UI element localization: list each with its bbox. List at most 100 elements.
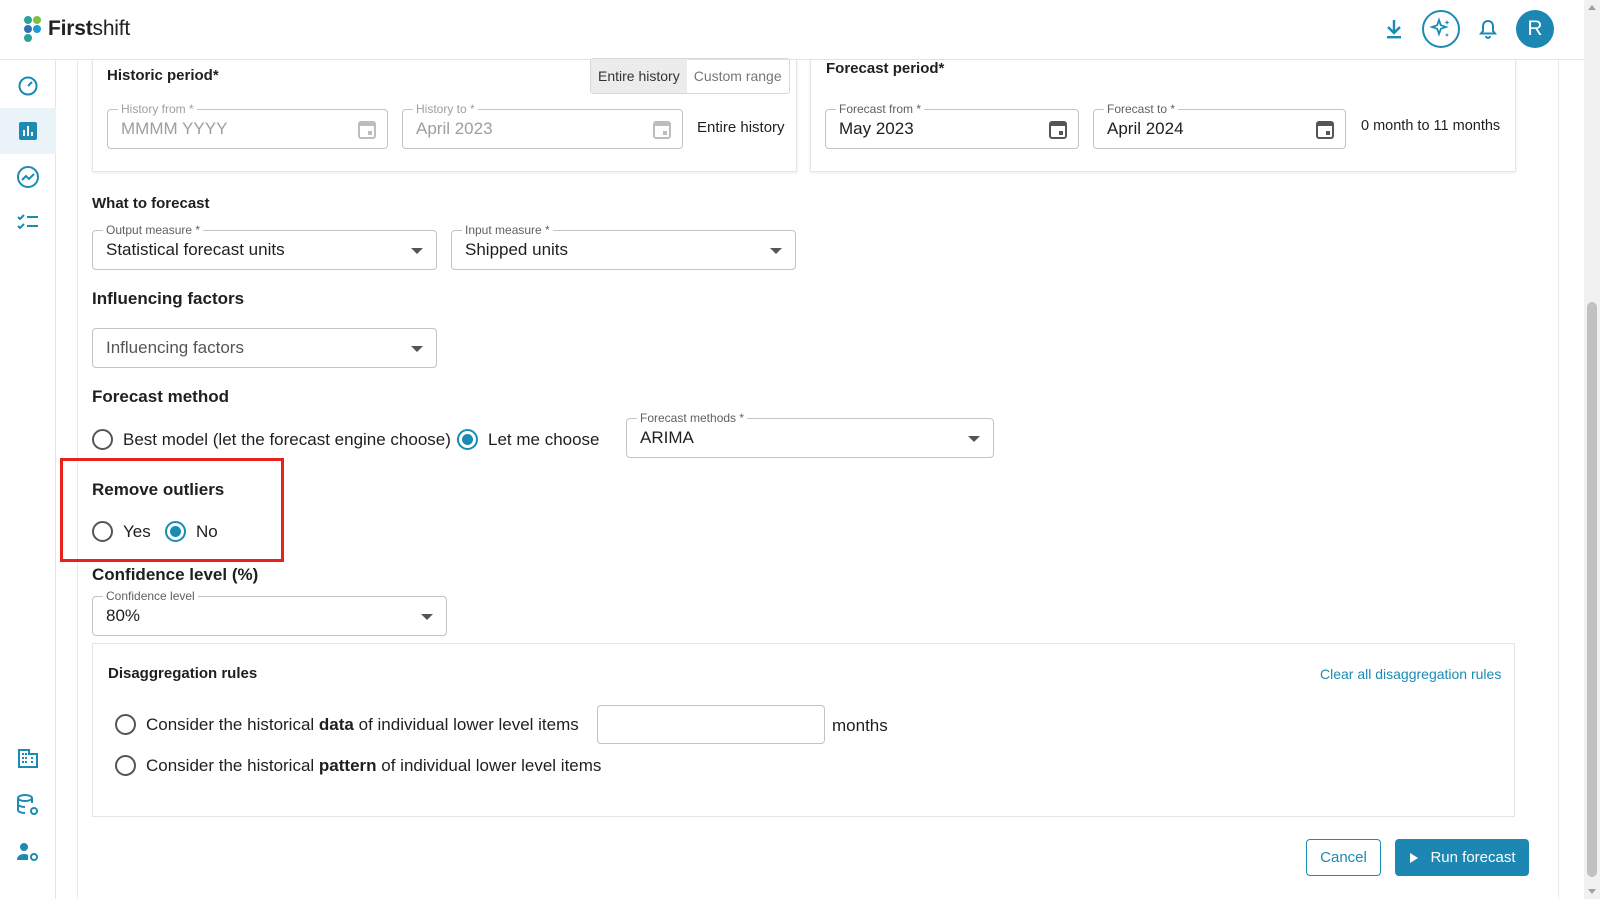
historic-period-title: Historic period*: [107, 67, 219, 84]
history-from-label: History from *: [118, 102, 197, 116]
chevron-down-icon[interactable]: [770, 248, 782, 254]
history-to-value: April 2023: [416, 119, 493, 138]
method-option-let-me-choose[interactable]: Let me choose: [457, 429, 600, 450]
outliers-option-yes-label: Yes: [123, 521, 151, 541]
disaggregation-option-data[interactable]: Consider the historical data of individu…: [115, 714, 579, 735]
confidence-level-label: Confidence level: [103, 589, 198, 603]
history-to-field[interactable]: History to * April 2023: [402, 102, 683, 149]
output-measure-select[interactable]: Output measure * Statistical forecast un…: [92, 223, 437, 270]
confidence-level-title: Confidence level (%): [92, 565, 259, 584]
trend-chart-icon: [17, 166, 39, 188]
bell-icon[interactable]: [1478, 18, 1498, 40]
nav-trends[interactable]: [0, 154, 56, 200]
calendar-icon[interactable]: [1315, 118, 1335, 145]
nav-data-settings[interactable]: [0, 782, 56, 828]
forecast-from-value: May 2023: [839, 119, 914, 138]
ai-assistant-button[interactable]: [1422, 10, 1460, 48]
forecast-methods-label: Forecast methods *: [637, 411, 748, 425]
user-settings-icon: [17, 843, 38, 861]
history-from-value: MMMM YYYY: [121, 119, 228, 138]
forecast-from-label: Forecast from *: [836, 102, 925, 116]
nav-tasks[interactable]: [0, 200, 56, 246]
run-forecast-button[interactable]: Run forecast: [1395, 839, 1529, 876]
top-bar: Firstshift R: [0, 0, 1584, 60]
disaggregation-option-pattern[interactable]: Consider the historical pattern of indiv…: [115, 755, 601, 776]
remove-outliers-title: Remove outliers: [92, 480, 225, 499]
forecast-methods-value: ARIMA: [640, 428, 694, 447]
input-measure-select[interactable]: Input measure * Shipped units: [451, 223, 796, 270]
app-logo[interactable]: Firstshift: [22, 14, 130, 44]
confidence-level-value: 80%: [106, 606, 141, 625]
method-option-let-me-choose-label: Let me choose: [488, 429, 600, 449]
toggle-entire-history[interactable]: Entire history: [591, 59, 687, 93]
building-icon: [18, 749, 38, 768]
chevron-down-icon[interactable]: [411, 248, 423, 254]
forecast-period-title: Forecast period*: [826, 60, 945, 77]
chevron-down-icon[interactable]: [421, 614, 433, 620]
what-to-forecast-title: What to forecast: [92, 195, 210, 212]
input-measure-value: Shipped units: [465, 240, 569, 259]
logo-mark-icon: [22, 14, 44, 44]
scroll-down-arrow-icon[interactable]: [1588, 889, 1596, 894]
bar-chart-icon: [19, 122, 37, 140]
influencing-factors-select[interactable]: Influencing factors: [92, 328, 437, 368]
radio-button-selected[interactable]: [457, 429, 478, 450]
forecast-period-summary: 0 month to 11 months: [1361, 118, 1501, 134]
scroll-up-arrow-icon[interactable]: [1588, 5, 1596, 10]
sparkle-icon: [1429, 17, 1450, 37]
months-unit-label: months: [832, 716, 888, 735]
chevron-down-icon[interactable]: [968, 436, 980, 442]
radio-button[interactable]: [115, 714, 136, 735]
clear-disaggregation-link[interactable]: Clear all disaggregation rules: [1320, 666, 1501, 682]
dashboard-gauge-icon: [18, 76, 38, 96]
calendar-icon[interactable]: [652, 118, 672, 145]
radio-button[interactable]: [115, 755, 136, 776]
influencing-factors-title: Influencing factors: [92, 289, 245, 308]
toggle-custom-range[interactable]: Custom range: [687, 59, 789, 93]
forecast-to-field[interactable]: Forecast to * April 2024: [1093, 102, 1346, 149]
radio-button-selected[interactable]: [165, 521, 186, 542]
disaggregation-option-pattern-label: Consider the historical pattern of indiv…: [146, 755, 602, 775]
confidence-level-select[interactable]: Confidence level 80%: [92, 589, 447, 636]
outliers-option-no-label: No: [196, 521, 218, 541]
download-icon[interactable]: [1384, 18, 1404, 40]
calendar-icon[interactable]: [1048, 118, 1068, 145]
months-input[interactable]: [597, 705, 825, 744]
outliers-option-yes[interactable]: Yes: [92, 521, 151, 542]
history-summary: Entire history: [697, 119, 785, 136]
page-scrollbar[interactable]: [1584, 0, 1600, 899]
sidebar: [0, 60, 56, 899]
checklist-icon: [17, 214, 38, 230]
radio-button[interactable]: [92, 429, 113, 450]
output-measure-label: Output measure *: [103, 223, 204, 237]
history-from-field[interactable]: History from * MMMM YYYY: [107, 102, 388, 149]
play-icon: [1410, 852, 1419, 863]
forecast-method-title: Forecast method: [92, 387, 229, 406]
input-measure-label: Input measure *: [462, 223, 553, 237]
nav-user-settings[interactable]: [0, 829, 56, 875]
history-to-label: History to *: [413, 102, 478, 116]
user-avatar[interactable]: R: [1516, 10, 1554, 48]
forecast-to-label: Forecast to *: [1104, 102, 1179, 116]
database-settings-icon: [17, 794, 38, 815]
scrollbar-thumb[interactable]: [1587, 302, 1597, 877]
forecast-from-field[interactable]: Forecast from * May 2023: [825, 102, 1079, 149]
cancel-button[interactable]: Cancel: [1306, 839, 1381, 876]
method-option-best-model[interactable]: Best model (let the forecast engine choo…: [92, 429, 451, 450]
radio-button[interactable]: [92, 521, 113, 542]
calendar-icon[interactable]: [357, 118, 377, 145]
history-range-toggle: Entire history Custom range: [590, 58, 790, 94]
highlight-box: [60, 458, 284, 562]
nav-organization[interactable]: [0, 735, 56, 781]
chevron-down-icon[interactable]: [411, 346, 423, 352]
outliers-option-no[interactable]: No: [165, 521, 218, 542]
brand-name: Firstshift: [48, 17, 131, 40]
nav-dashboard[interactable]: [0, 62, 56, 108]
disaggregation-option-data-label: Consider the historical data of individu…: [146, 714, 579, 734]
disaggregation-title: Disaggregation rules: [108, 665, 258, 682]
run-forecast-label: Run forecast: [1430, 849, 1516, 866]
nav-forecast[interactable]: [0, 108, 56, 154]
forecast-to-value: April 2024: [1107, 119, 1184, 138]
influencing-factors-placeholder: Influencing factors: [106, 338, 244, 357]
forecast-methods-select[interactable]: Forecast methods * ARIMA: [626, 411, 994, 458]
